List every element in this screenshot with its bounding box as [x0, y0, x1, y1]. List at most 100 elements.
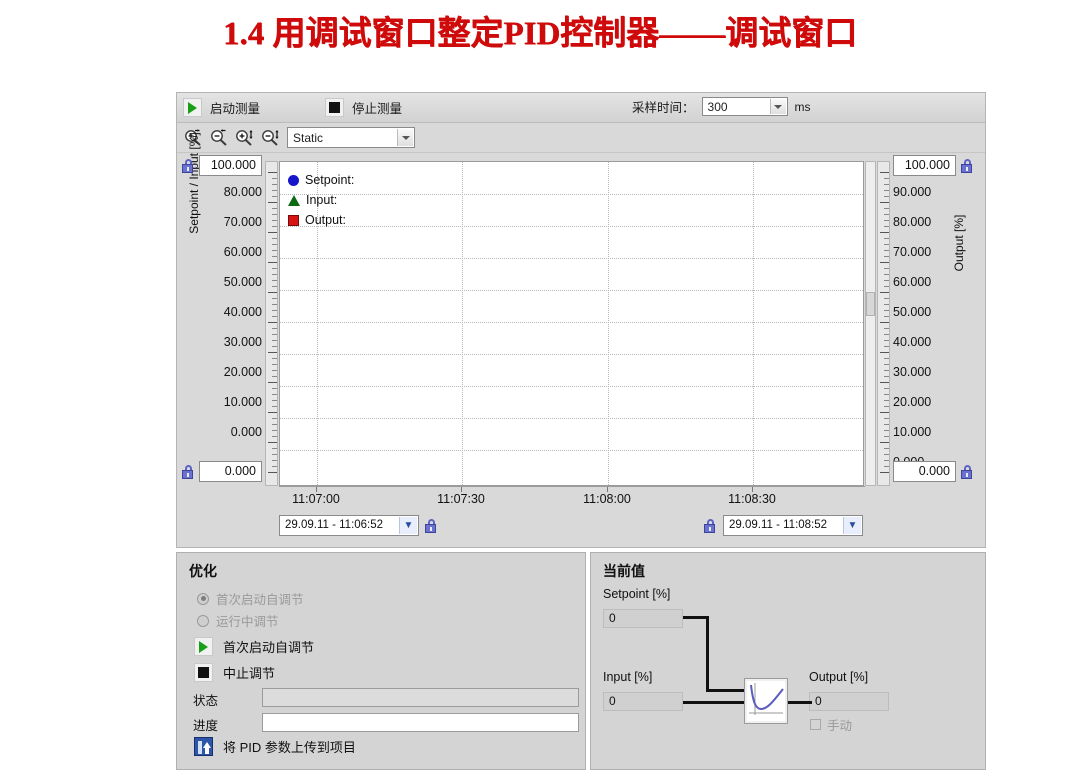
- setpoint-marker-icon: [288, 174, 299, 186]
- x-tick: 11:07:30: [437, 492, 485, 506]
- plot-canvas[interactable]: Setpoint: Input: Output:: [279, 161, 864, 486]
- y-axis-left-ruler: [265, 161, 278, 486]
- y-tick: 40.000: [223, 305, 262, 319]
- abort-tuning-button[interactable]: 中止调节: [194, 663, 275, 682]
- scrollbar-thumb[interactable]: [866, 292, 875, 316]
- current-values-title: 当前值: [603, 563, 645, 579]
- manual-mode-label: 手动: [827, 719, 853, 733]
- setpoint-value: 0: [603, 609, 683, 628]
- optimization-title: 优化: [189, 563, 217, 579]
- chevron-down-icon[interactable]: [397, 129, 413, 146]
- y-tick: 60.000: [223, 245, 262, 259]
- radio-running-tuning[interactable]: 运行中调节: [197, 611, 279, 630]
- status-field: [262, 688, 579, 707]
- x-range-end-value: 29.09.11 - 11:08:52: [729, 519, 828, 531]
- wire-block-to-output: [788, 701, 812, 704]
- x-range-end-lock-icon[interactable]: [704, 519, 717, 533]
- legend-item: Setpoint:: [288, 170, 354, 190]
- x-range-start-combo[interactable]: 29.09.11 - 11:06:52 ▼: [279, 515, 419, 536]
- chart-toolbar: Static: [177, 123, 985, 153]
- radio-first-start-tuning[interactable]: 首次启动自调节: [197, 589, 304, 608]
- chart-legend: Setpoint: Input: Output:: [288, 170, 354, 230]
- abort-tuning-label: 中止调节: [223, 666, 276, 681]
- start-measure-label: 启动测量: [210, 102, 261, 116]
- chart-mode-combo[interactable]: Static: [287, 127, 415, 148]
- pid-block-icon: [744, 678, 788, 724]
- chart-mode-value: Static: [293, 130, 324, 145]
- chevron-down-icon[interactable]: ▼: [399, 517, 417, 534]
- radio-button-icon[interactable]: [197, 614, 209, 627]
- y-axis-left-ticks: 90.000 80.000 70.000 60.000 50.000 40.00…: [187, 153, 262, 494]
- start-first-tuning-button[interactable]: 首次启动自调节: [194, 637, 314, 656]
- input-marker-icon: [288, 194, 300, 206]
- radio-first-start-label: 首次启动自调节: [216, 593, 304, 607]
- current-values-panel: 当前值 Setpoint [%] 0 Input [%] 0 Output [%…: [590, 552, 986, 770]
- stop-measure-label: 停止测量: [352, 102, 403, 116]
- stop-icon: [194, 663, 213, 682]
- legend-label: Input:: [306, 193, 338, 207]
- legend-label: Output:: [305, 213, 346, 227]
- y-axis-right-max-lock-icon[interactable]: [961, 159, 974, 173]
- stop-measure-button[interactable]: 停止测量: [325, 98, 402, 117]
- input-label: Input [%]: [603, 670, 653, 684]
- sample-time-combo[interactable]: 300: [701, 97, 788, 116]
- x-range-end-combo[interactable]: 29.09.11 - 11:08:52 ▼: [723, 515, 863, 536]
- x-tick: 11:07:00: [292, 492, 340, 506]
- legend-item: Input:: [288, 190, 354, 210]
- wire-setpoint-to-block: [706, 689, 746, 692]
- y-axis-left-min-lock-icon[interactable]: [182, 465, 195, 479]
- setpoint-label: Setpoint [%]: [603, 587, 671, 601]
- y-axis-right-min-lock-icon[interactable]: [961, 465, 974, 479]
- output-value: 0: [809, 692, 889, 711]
- upload-icon: [194, 737, 213, 756]
- play-icon: [194, 637, 213, 656]
- y-axis-right-ruler: [877, 161, 890, 486]
- y2-tick: 30.000: [893, 365, 932, 379]
- output-label: Output [%]: [809, 670, 869, 684]
- start-first-tuning-label: 首次启动自调节: [223, 640, 315, 655]
- upload-pid-parameters-button[interactable]: 将 PID 参数上传到项目: [194, 737, 356, 756]
- radio-button-icon[interactable]: [197, 592, 209, 605]
- wire-input-to-block: [683, 701, 746, 704]
- plot-gridlines: [280, 162, 863, 485]
- chevron-down-icon[interactable]: [769, 99, 786, 114]
- y-axis-left-max-lock-icon[interactable]: [182, 159, 195, 173]
- start-measure-button[interactable]: 启动测量: [183, 98, 260, 117]
- sample-time-unit: ms: [794, 99, 811, 114]
- zoom-in-vertical-icon[interactable]: [234, 127, 256, 148]
- y-axis-right-max-input[interactable]: 100.000: [893, 155, 956, 176]
- sample-time-label: 采样时间：: [632, 101, 695, 115]
- chevron-down-icon[interactable]: ▼: [843, 517, 861, 534]
- y-axis-left-max-input[interactable]: 100.000: [199, 155, 262, 176]
- manual-mode-checkbox[interactable]: [810, 719, 821, 730]
- y-tick: 10.000: [223, 395, 262, 409]
- y-axis-right-min-input[interactable]: 0.000: [893, 461, 956, 482]
- sample-time-value: 300: [707, 99, 728, 114]
- y2-tick: 50.000: [893, 305, 932, 319]
- zoom-out-vertical-icon[interactable]: [260, 127, 282, 148]
- radio-running-label: 运行中调节: [216, 615, 279, 629]
- status-label: 状态: [193, 694, 219, 708]
- upload-pid-parameters-label: 将 PID 参数上传到项目: [223, 740, 356, 755]
- y2-tick: 20.000: [893, 395, 932, 409]
- x-axis: 11:07:00 11:07:30 11:08:00 11:08:30: [279, 486, 865, 506]
- y-axis-right-ticks: 90.000 80.000 70.000 60.000 50.000 40.00…: [893, 153, 963, 494]
- progress-label: 进度: [193, 719, 219, 733]
- input-value: 0: [603, 692, 683, 711]
- output-marker-icon: [288, 214, 299, 226]
- y2-tick: 40.000: [893, 335, 932, 349]
- legend-label: Setpoint:: [305, 173, 355, 187]
- y-tick: 70.000: [223, 215, 262, 229]
- x-range-start-lock-icon[interactable]: [425, 519, 438, 533]
- page-title: 1.4 用调试窗口整定PID控制器——调试窗口: [222, 16, 858, 52]
- y-axis-left-min-input[interactable]: 0.000: [199, 461, 262, 482]
- zoom-out-horizontal-icon[interactable]: [208, 127, 230, 148]
- play-icon: [183, 98, 202, 117]
- x-range-start-value: 29.09.11 - 11:06:52: [285, 519, 384, 531]
- y2-tick: 90.000: [893, 185, 932, 199]
- y-tick: 50.000: [223, 275, 262, 289]
- y2-tick: 80.000: [893, 215, 932, 229]
- y2-tick: 10.000: [893, 425, 932, 439]
- sample-time-group: 采样时间： 300 ms: [632, 97, 811, 116]
- plot-vertical-scrollbar[interactable]: [865, 161, 876, 486]
